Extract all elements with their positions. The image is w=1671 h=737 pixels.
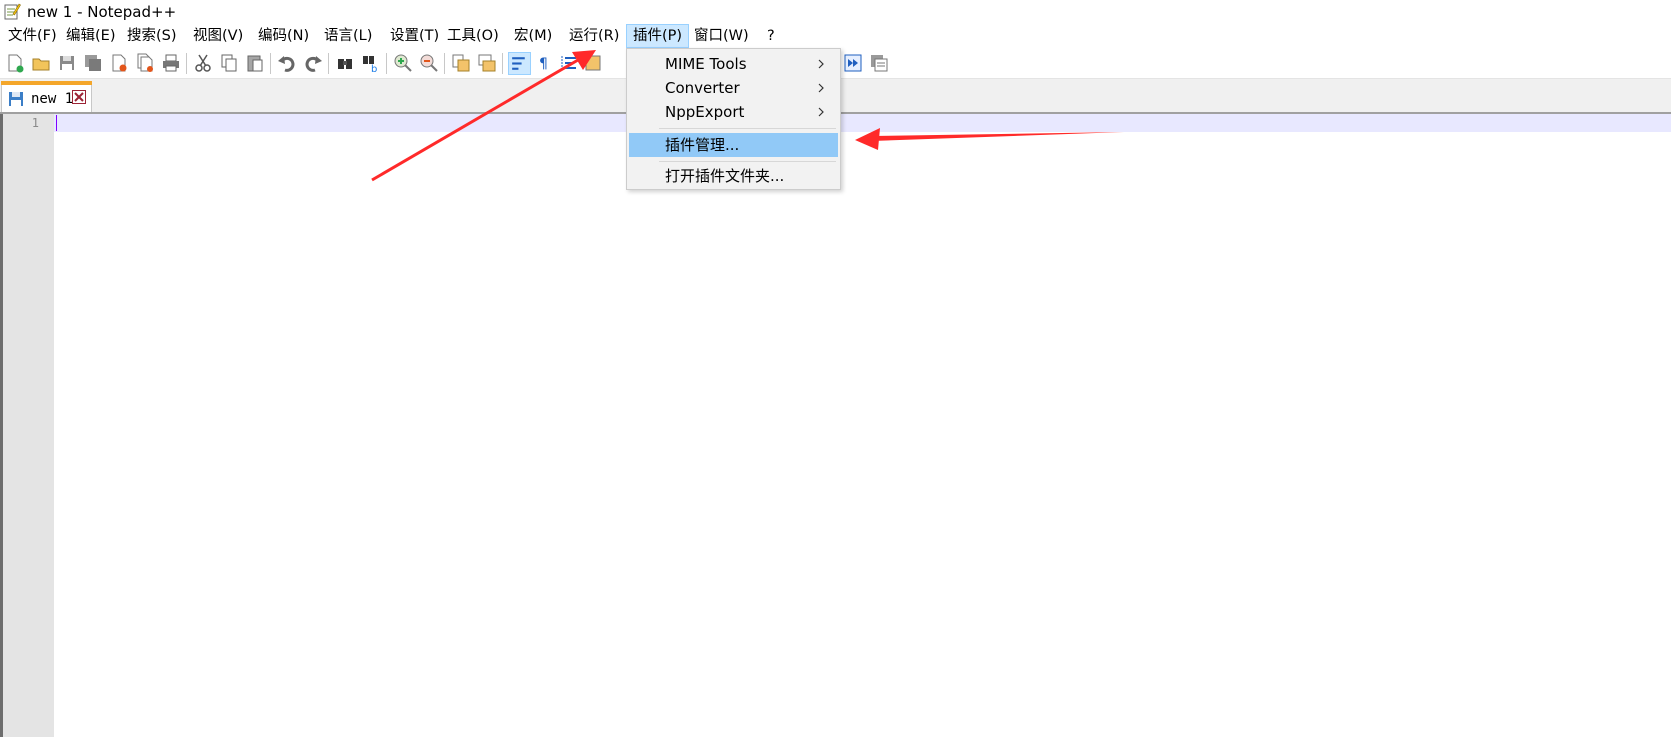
svg-text:b: b — [371, 64, 377, 73]
copy-icon[interactable] — [219, 53, 239, 73]
menu-item-label: MIME Tools — [665, 55, 747, 73]
toolbar-separator — [270, 53, 271, 74]
menu-help[interactable]: ? — [761, 24, 781, 48]
find-icon[interactable] — [335, 53, 355, 73]
line-number: 1 — [31, 116, 39, 130]
menu-language[interactable]: 语言(L) — [318, 24, 378, 48]
tab-new-1[interactable]: new 1 — [1, 81, 92, 112]
redo-icon[interactable] — [303, 53, 323, 73]
editor-area[interactable]: 1 — [0, 112, 1671, 737]
menu-plugins[interactable]: 插件(P) — [626, 24, 690, 48]
zoom-in-icon[interactable] — [393, 53, 413, 73]
text-caret — [56, 115, 57, 131]
menu-edit[interactable]: 编辑(E) — [60, 24, 121, 48]
toolbar-separator — [186, 53, 187, 74]
menu-item-mime-tools[interactable]: MIME Tools — [629, 52, 838, 76]
menu-separator — [659, 128, 836, 129]
save-all-icon[interactable] — [83, 53, 103, 73]
menu-macro[interactable]: 宏(M) — [508, 24, 558, 48]
indent-guide-icon[interactable] — [559, 53, 579, 73]
run-macro-multiple-icon[interactable] — [843, 53, 863, 73]
word-wrap-icon[interactable] — [508, 52, 531, 75]
window-title: new 1 - Notepad++ — [27, 3, 177, 21]
print-icon[interactable] — [161, 53, 181, 73]
notepadpp-app-icon — [4, 3, 21, 20]
tab-close-icon[interactable] — [72, 90, 86, 104]
current-line-highlight — [54, 114, 1671, 132]
menu-item-nppexport[interactable]: NppExport — [629, 100, 838, 124]
close-all-icon[interactable] — [135, 53, 155, 73]
menu-search[interactable]: 搜索(S) — [121, 24, 183, 48]
sync-horizontal-icon[interactable] — [477, 53, 497, 73]
plugins-dropdown-menu: MIME Tools Converter NppExport 插件管理... 打… — [626, 48, 841, 190]
menu-item-label: 打开插件文件夹... — [665, 167, 785, 185]
submenu-arrow-icon — [818, 59, 824, 69]
menu-file[interactable]: 文件(F) — [2, 24, 63, 48]
menu-settings[interactable]: 设置(T) — [384, 24, 445, 48]
save-macro-icon[interactable] — [869, 53, 889, 73]
menu-tools[interactable]: 工具(O) — [441, 24, 505, 48]
paste-icon[interactable] — [245, 53, 265, 73]
new-file-icon[interactable] — [5, 53, 25, 73]
active-tab-indicator — [1, 81, 92, 85]
open-file-icon[interactable] — [31, 53, 51, 73]
close-file-icon[interactable] — [109, 53, 129, 73]
cut-icon[interactable] — [193, 53, 213, 73]
menu-view[interactable]: 视图(V) — [187, 24, 249, 48]
menu-run[interactable]: 运行(R) — [563, 24, 625, 48]
toolbar-separator — [386, 53, 387, 74]
menu-item-plugins-admin[interactable]: 插件管理... — [629, 133, 838, 157]
toolbar-separator — [502, 53, 503, 74]
menu-item-converter[interactable]: Converter — [629, 76, 838, 100]
menu-window[interactable]: 窗口(W) — [688, 24, 755, 48]
line-number-gutter: 1 — [0, 114, 54, 737]
svg-text:¶: ¶ — [539, 56, 548, 72]
menu-item-label: 插件管理... — [665, 136, 740, 154]
menu-separator — [659, 161, 836, 162]
toolbar-separator — [328, 53, 329, 74]
menu-encoding[interactable]: 编码(N) — [252, 24, 315, 48]
submenu-arrow-icon — [818, 83, 824, 93]
menu-item-label: NppExport — [665, 103, 745, 121]
language-panel-icon[interactable] — [583, 53, 603, 73]
submenu-arrow-icon — [818, 107, 824, 117]
save-icon[interactable] — [57, 53, 77, 73]
title-bar: new 1 - Notepad++ — [0, 0, 1671, 24]
undo-icon[interactable] — [277, 53, 297, 73]
show-all-characters-icon[interactable]: ¶ — [535, 53, 555, 73]
menu-item-label: Converter — [665, 79, 740, 97]
menu-bar: 文件(F) 编辑(E) 搜索(S) 视图(V) 编码(N) 语言(L) 设置(T… — [0, 24, 1671, 48]
menu-item-open-plugins-folder[interactable]: 打开插件文件夹... — [629, 164, 838, 188]
tab-save-state-icon — [9, 92, 23, 106]
zoom-out-icon[interactable] — [419, 53, 439, 73]
tab-label: new 1 — [31, 91, 74, 107]
replace-icon[interactable]: b — [361, 53, 381, 73]
toolbar-separator — [444, 53, 445, 74]
sync-vertical-icon[interactable] — [451, 53, 471, 73]
